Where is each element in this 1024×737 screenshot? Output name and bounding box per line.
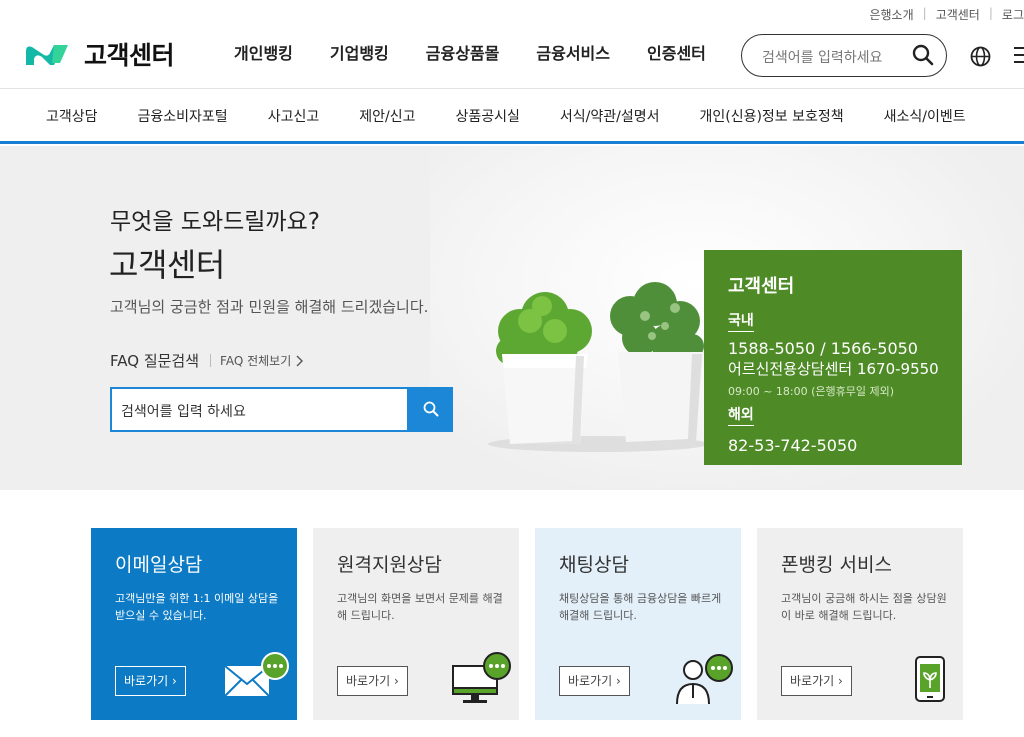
util-link-login[interactable]: 로그: [1002, 6, 1024, 23]
faq-header: FAQ 질문검색 FAQ 전체보기: [110, 350, 305, 371]
subnav-incident-report[interactable]: 사고신고: [268, 106, 320, 126]
divider: [210, 354, 212, 367]
card-description: 고객님의 화면을 보면서 문제를 해결해 드립니다.: [337, 592, 503, 622]
card-description: 채팅상담을 통해 금융상담을 빠르게 해결해 드립니다.: [559, 592, 722, 622]
senior-center-number: 어르신전용상담센터 1670-9550: [728, 360, 939, 378]
email-consult-card[interactable]: 이메일상담 고객님만을 위한 1:1 이메일 상담을 받으실 수 있습니다. 바…: [91, 528, 297, 720]
go-button[interactable]: 바로가기 ›: [781, 666, 852, 696]
faq-all-link[interactable]: FAQ 전체보기: [220, 352, 291, 369]
person-chat-icon: [676, 654, 733, 705]
card-description: 고객님만을 위한 1:1 이메일 상담을 받으실 수 있습니다.: [115, 592, 279, 622]
card-title: 원격지원상담: [337, 554, 442, 576]
go-button-label: 바로가기: [568, 674, 613, 688]
overseas-number: 82-53-742-5050: [728, 436, 858, 455]
globe-icon[interactable]: [970, 46, 991, 67]
search-icon: [423, 401, 439, 417]
subnav-consumer-portal[interactable]: 금융소비자포털: [138, 106, 228, 126]
logo[interactable]: 고객센터: [24, 36, 175, 72]
util-separator: |: [988, 6, 993, 20]
nav-financial-services[interactable]: 금융서비스: [536, 40, 610, 64]
go-button[interactable]: 바로가기 ›: [337, 666, 408, 696]
go-button[interactable]: 바로가기 ›: [559, 666, 630, 696]
go-button[interactable]: 바로가기 ›: [115, 666, 186, 696]
subnav-proposal-report[interactable]: 제안/신고: [359, 106, 415, 126]
subnav-forms-terms[interactable]: 서식/약관/설명서: [560, 106, 660, 126]
subnav-news-events[interactable]: 새소식/이벤트: [884, 106, 966, 126]
go-button-label: 바로가기: [346, 674, 391, 688]
card-title: 이메일상담: [115, 554, 203, 576]
global-nav: 개인뱅킹 기업뱅킹 금융상품몰 금융서비스 인증센터: [234, 40, 743, 64]
smartphone-icon: [915, 656, 945, 702]
card-title: 폰뱅킹 서비스: [781, 554, 892, 576]
card-title: 채팅상담: [559, 554, 629, 576]
subnav-product-disclosure[interactable]: 상품공시실: [455, 106, 519, 126]
hero-banner: 무엇을 도와드릴까요? 고객센터 고객님의 궁금한 점과 민원을 해결해 드리겠…: [0, 146, 1024, 490]
phone-banking-card[interactable]: 폰뱅킹 서비스 고객님이 궁금해 하시는 점을 상담원이 바로 해결해 드립니다…: [757, 528, 963, 720]
card-description: 고객님이 궁금해 하시는 점을 상담원이 바로 해결해 드립니다.: [781, 592, 947, 622]
faq-search-input[interactable]: 검색어를 입력 하세요: [110, 387, 409, 432]
overseas-label: 해외: [728, 404, 754, 426]
callbox-title: 고객센터: [728, 276, 795, 297]
go-button-label: 바로가기: [124, 674, 169, 688]
utility-links: 은행소개 | 고객센터 | 로그: [869, 6, 1024, 23]
domestic-numbers: 1588-5050 / 1566-5050: [728, 339, 918, 358]
logo-text: 고객센터: [84, 41, 175, 70]
remote-support-card[interactable]: 원격지원상담 고객님의 화면을 보면서 문제를 해결해 드립니다. 바로가기 ›: [313, 528, 519, 720]
utility-bar: 은행소개 | 고객센터 | 로그: [0, 0, 1024, 28]
faq-search-placeholder: 검색어를 입력 하세요: [121, 404, 246, 420]
nav-financial-products[interactable]: 금융상품몰: [426, 40, 500, 64]
nav-business-banking[interactable]: 기업뱅킹: [330, 40, 389, 64]
go-button-label: 바로가기: [790, 674, 835, 688]
menu-icon[interactable]: [1014, 47, 1024, 68]
search-icon[interactable]: [912, 44, 934, 66]
hero-description: 고객님의 궁금한 점과 민원을 해결해 드리겠습니다.: [110, 298, 429, 316]
util-separator: |: [922, 6, 927, 20]
chevron-right-icon[interactable]: [295, 355, 305, 367]
bank-logo-icon: [26, 45, 68, 65]
faq-search-button[interactable]: [409, 387, 453, 432]
faq-search: 검색어를 입력 하세요: [110, 387, 453, 432]
faq-label: FAQ 질문검색: [110, 352, 200, 370]
domestic-label: 국내: [728, 310, 754, 332]
callcenter-info-box: 고객센터 국내 1588-5050 / 1566-5050 어르신전용상담센터 …: [704, 250, 962, 465]
hero-title: 고객센터: [109, 246, 225, 284]
monitor-chat-icon: [452, 652, 511, 703]
hero-subtitle: 무엇을 도와드릴까요?: [110, 209, 320, 235]
subnav-privacy-policy[interactable]: 개인(신용)정보 보호정책: [699, 106, 843, 126]
nav-certificate-center[interactable]: 인증센터: [647, 40, 706, 64]
util-link-about[interactable]: 은행소개: [869, 6, 913, 23]
header-search-input[interactable]: 검색어를 입력하세요: [762, 47, 882, 67]
subnav-consultation[interactable]: 고객상담: [46, 106, 98, 126]
chat-consult-card[interactable]: 채팅상담 채팅상담을 통해 금융상담을 빠르게 해결해 드립니다. 바로가기 ›: [535, 528, 741, 720]
sub-nav: 고객상담 금융소비자포털 사고신고 제안/신고 상품공시실 서식/약관/설명서 …: [0, 88, 1024, 144]
email-chat-icon: [224, 652, 289, 697]
nav-personal-banking[interactable]: 개인뱅킹: [234, 40, 293, 64]
plant-pots-image: [488, 282, 708, 452]
business-hours: 09:00 ~ 18:00 (은행휴무일 제외): [728, 385, 895, 398]
header-search[interactable]: 검색어를 입력하세요: [741, 34, 947, 77]
util-link-customer-center[interactable]: 고객센터: [936, 6, 980, 23]
